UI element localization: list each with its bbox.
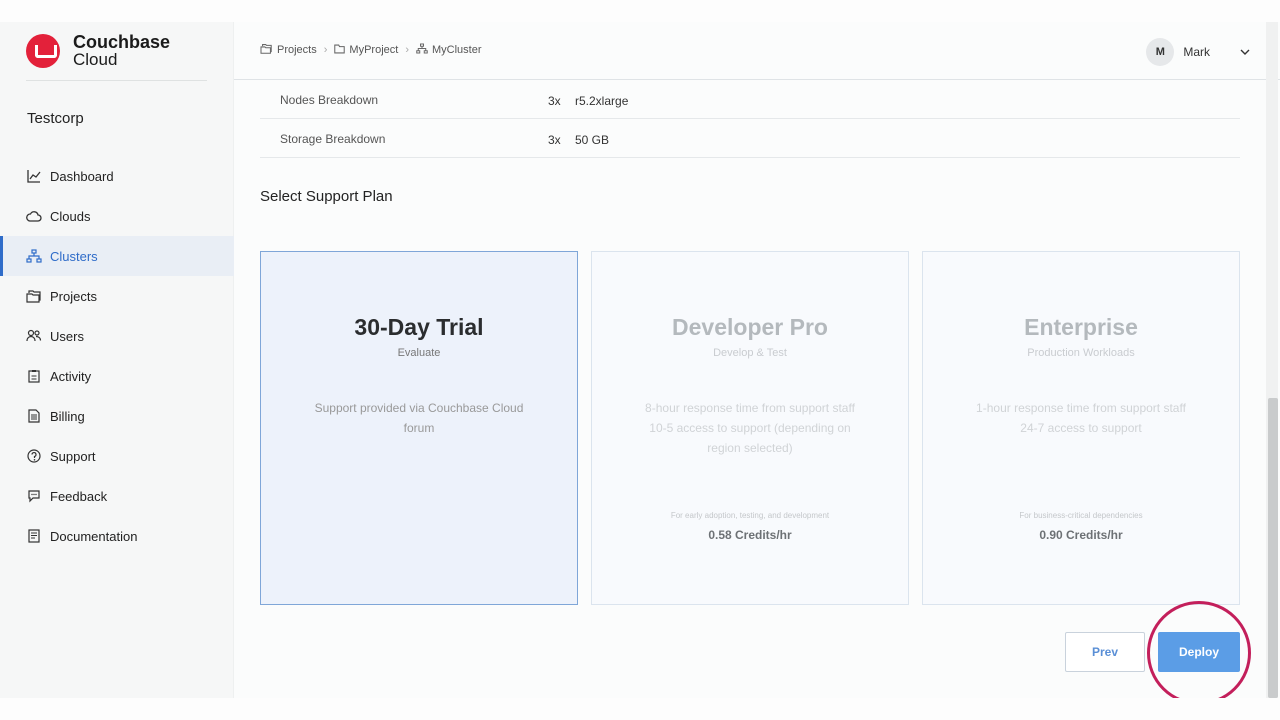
sidebar-item-label: Billing xyxy=(50,408,85,424)
plan-note: For early adoption, testing, and develop… xyxy=(670,511,830,520)
summary-value: 50 GB xyxy=(575,133,610,147)
summary-value: r5.2xlarge xyxy=(575,94,629,108)
sidebar-item-documentation[interactable]: Documentation xyxy=(0,516,234,556)
chat-bubble-icon xyxy=(26,488,42,504)
summary-label: Nodes Breakdown xyxy=(280,93,379,107)
sidebar-item-label: Clouds xyxy=(50,208,91,224)
folders-icon xyxy=(26,288,42,304)
brand-name: Couchbase Cloud xyxy=(73,33,170,69)
plan-desc-line: 1-hour response time from support staff xyxy=(976,401,1186,415)
brand-name-line1: Couchbase xyxy=(73,32,171,52)
sidebar-item-label: Clusters xyxy=(50,248,98,264)
main-content: Nodes Breakdown 3x r5.2xlarge Storage Br… xyxy=(260,80,1240,672)
users-icon xyxy=(26,328,42,344)
divider xyxy=(26,80,207,81)
sidebar-item-clusters[interactable]: Clusters xyxy=(0,236,234,276)
sidebar-item-label: Support xyxy=(50,448,96,464)
sidebar-item-billing[interactable]: Billing xyxy=(0,396,234,436)
breadcrumb: Projects › MyProject › MyCluster xyxy=(260,43,482,57)
support-plans: 30-Day Trial Evaluate Support provided v… xyxy=(260,251,1253,605)
org-name: Testcorp xyxy=(27,110,84,127)
user-name: Mark xyxy=(1183,45,1210,59)
breadcrumb-label: MyCluster xyxy=(432,44,482,56)
top-header: Projects › MyProject › MyCluster M Mark xyxy=(234,22,1280,80)
user-menu[interactable]: M Mark xyxy=(1146,38,1250,66)
clipboard-icon xyxy=(26,368,42,384)
avatar: M xyxy=(1146,38,1175,66)
bottom-strip xyxy=(0,698,1280,720)
chevron-down-icon xyxy=(1240,47,1250,58)
plan-note: For business-critical dependencies xyxy=(1019,511,1143,520)
sidebar-item-users[interactable]: Users xyxy=(0,316,234,356)
plan-card-trial[interactable]: 30-Day Trial Evaluate Support provided v… xyxy=(260,251,578,605)
chevron-right-icon: › xyxy=(323,44,328,56)
summary-label: Storage Breakdown xyxy=(280,132,386,146)
sidebar: Couchbase Cloud Testcorp Dashboard Cloud… xyxy=(0,22,234,698)
plan-desc-line: 10-5 access to support (depending on reg… xyxy=(649,421,851,455)
sidebar-nav: Dashboard Clouds Clusters Projects Users xyxy=(0,156,234,556)
cluster-icon xyxy=(416,43,428,57)
brand-name-line2: Cloud xyxy=(73,50,118,69)
breadcrumb-projects[interactable]: Projects xyxy=(260,43,317,57)
plan-description: 1-hour response time from support staff … xyxy=(976,398,1186,438)
plan-desc-line: 8-hour response time from support staff xyxy=(645,401,855,415)
breadcrumb-label: Projects xyxy=(277,44,317,56)
sidebar-item-label: Projects xyxy=(50,288,97,304)
chart-line-icon xyxy=(26,168,42,184)
couchbase-logo-icon xyxy=(26,34,60,68)
plan-description: Support provided via Couchbase Cloud for… xyxy=(314,398,524,438)
sidebar-item-activity[interactable]: Activity xyxy=(0,356,234,396)
summary-qty: 3x xyxy=(548,133,561,147)
cluster-icon xyxy=(26,248,42,264)
plan-desc-line: Support provided via Couchbase Cloud for… xyxy=(314,401,524,435)
plan-card-developer-pro[interactable]: Developer Pro Develop & Test 8-hour resp… xyxy=(591,251,909,605)
sidebar-item-projects[interactable]: Projects xyxy=(0,276,234,316)
plan-name: Enterprise xyxy=(1024,314,1138,340)
plan-name: 30-Day Trial xyxy=(354,314,484,340)
brand-logo[interactable]: Couchbase Cloud xyxy=(26,33,170,69)
sidebar-item-support[interactable]: Support xyxy=(0,436,234,476)
book-icon xyxy=(26,528,42,544)
plan-card-enterprise[interactable]: Enterprise Production Workloads 1-hour r… xyxy=(922,251,1240,605)
cloud-icon xyxy=(26,208,42,224)
help-circle-icon xyxy=(26,448,42,464)
prev-button[interactable]: Prev xyxy=(1065,632,1145,672)
breadcrumb-cluster[interactable]: MyCluster xyxy=(416,43,482,57)
summary-row-nodes: Nodes Breakdown 3x r5.2xlarge xyxy=(260,80,1240,119)
chevron-right-icon: › xyxy=(405,44,409,56)
sidebar-item-label: Activity xyxy=(50,368,92,384)
highlight-ring xyxy=(1147,601,1251,705)
breadcrumb-label: MyProject xyxy=(349,44,399,56)
sidebar-item-label: Feedback xyxy=(50,488,108,504)
sidebar-item-label: Dashboard xyxy=(50,168,114,184)
plan-subtitle: Evaluate xyxy=(397,347,441,359)
folders-icon xyxy=(260,43,273,57)
breadcrumb-project[interactable]: MyProject xyxy=(334,44,398,57)
sidebar-item-label: Users xyxy=(50,328,84,344)
receipt-icon xyxy=(26,408,42,424)
plan-price: 0.90 Credits/hr xyxy=(1039,528,1123,542)
section-title: Select Support Plan xyxy=(260,188,393,205)
sidebar-item-feedback[interactable]: Feedback xyxy=(0,476,234,516)
plan-subtitle: Production Workloads xyxy=(1027,347,1135,359)
sidebar-item-label: Documentation xyxy=(50,528,138,544)
plan-subtitle: Develop & Test xyxy=(713,347,787,359)
plan-price: 0.58 Credits/hr xyxy=(708,528,792,542)
plan-name: Developer Pro xyxy=(672,314,828,340)
sidebar-item-clouds[interactable]: Clouds xyxy=(0,196,234,236)
summary-qty: 3x xyxy=(548,94,561,108)
sidebar-item-dashboard[interactable]: Dashboard xyxy=(0,156,234,196)
scrollbar-thumb[interactable] xyxy=(1268,398,1278,698)
top-strip xyxy=(0,0,1280,22)
folder-icon xyxy=(334,44,346,57)
summary-row-storage: Storage Breakdown 3x 50 GB xyxy=(260,119,1240,158)
plan-desc-line: 24-7 access to support xyxy=(1020,421,1142,435)
plan-description: 8-hour response time from support staff … xyxy=(645,398,855,458)
